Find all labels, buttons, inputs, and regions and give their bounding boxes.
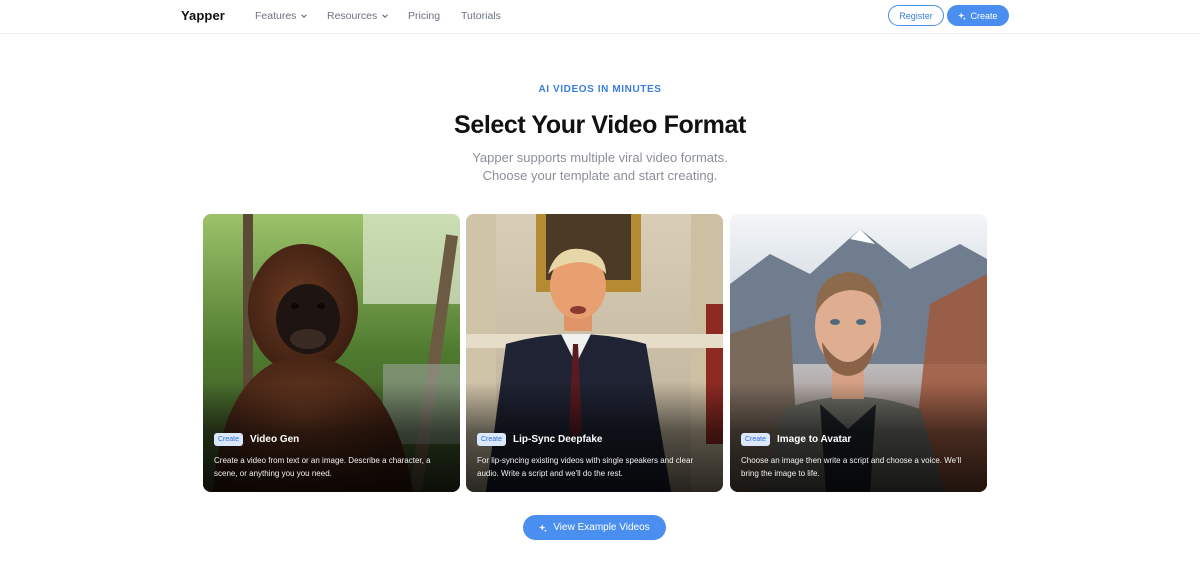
create-badge: Create: [477, 433, 507, 446]
card-description: For lip-syncing existing videos with sin…: [477, 456, 694, 478]
view-example-videos-label: View Example Videos: [553, 522, 650, 533]
card-title: Image to Avatar: [777, 434, 852, 445]
create-badge: Create: [741, 433, 771, 446]
subtitle-line-2: Choose your template and start creating.: [482, 167, 718, 183]
format-card-image-to-avatar[interactable]: Create Image to Avatar Choose an image t…: [730, 214, 987, 492]
logo[interactable]: Yapper: [181, 8, 225, 23]
card-description: Choose an image then write a script and …: [741, 456, 962, 478]
nav-pricing-label: Pricing: [408, 10, 441, 22]
register-button[interactable]: Register: [888, 5, 944, 26]
sparkle-icon: [958, 11, 967, 20]
create-badge: Create: [214, 433, 244, 446]
chevron-down-icon: [301, 14, 308, 18]
card-header: Create Lip-Sync Deepfake: [477, 433, 603, 446]
page-title: Select Your Video Format: [454, 111, 746, 139]
card-title: Video Gen: [250, 434, 300, 445]
card-title: Lip-Sync Deepfake: [513, 434, 603, 445]
create-button-label: Create: [970, 10, 998, 21]
nav-features[interactable]: Features: [255, 10, 308, 22]
nav-features-label: Features: [255, 10, 297, 22]
card-header: Create Image to Avatar: [741, 433, 851, 446]
nav-resources-label: Resources: [327, 10, 378, 22]
nav-pricing[interactable]: Pricing: [408, 10, 440, 22]
nav-tutorials-label: Tutorials: [461, 10, 501, 22]
top-navbar: Yapper Features Resources Pricing Tutori…: [0, 0, 1200, 34]
format-card-lip-sync[interactable]: Create Lip-Sync Deepfake For lip-syncing…: [466, 214, 723, 492]
eyebrow-label: AI VIDEOS IN MINUTES: [538, 84, 662, 95]
create-button[interactable]: Create: [947, 5, 1009, 26]
card-description: Create a video from text or an image. De…: [214, 456, 431, 478]
chevron-down-icon: [382, 14, 388, 18]
nav-resources[interactable]: Resources: [327, 10, 389, 22]
view-example-videos-button[interactable]: View Example Videos: [523, 515, 666, 540]
card-header: Create Video Gen: [214, 433, 299, 446]
subtitle-line-1: Yapper supports multiple viral video for…: [472, 150, 728, 165]
nav-tutorials[interactable]: Tutorials: [461, 10, 501, 22]
page-subtitle: Yapper supports multiple viral video for…: [0, 149, 1200, 184]
format-card-video-gen[interactable]: Create Video Gen Create a video from tex…: [203, 214, 460, 492]
sparkle-icon: [539, 523, 548, 532]
